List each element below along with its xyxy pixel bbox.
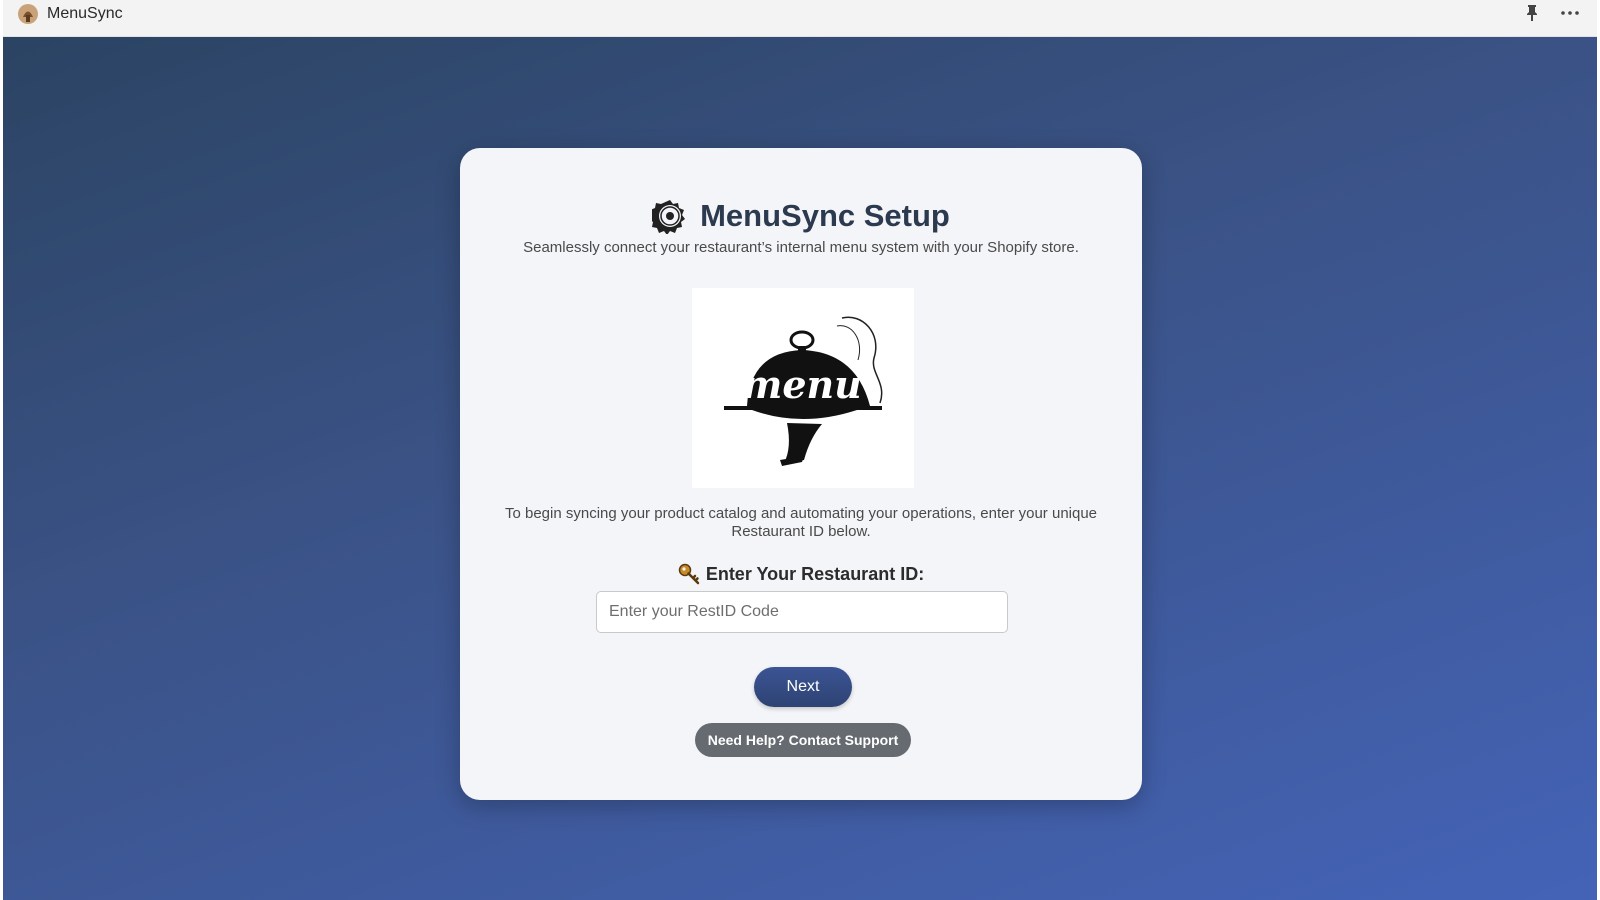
title-bar: MenuSync bbox=[3, 0, 1597, 37]
restaurant-id-input[interactable] bbox=[596, 591, 1008, 633]
key-icon bbox=[678, 563, 700, 585]
menu-cloche-logo: menu bbox=[692, 288, 914, 488]
restaurant-id-label-text: Enter Your Restaurant ID: bbox=[705, 563, 925, 584]
more-options-icon[interactable] bbox=[1559, 4, 1581, 22]
setup-heading: MenuSync Setup bbox=[460, 196, 1142, 236]
pin-icon[interactable] bbox=[1524, 4, 1540, 22]
next-button[interactable]: Next bbox=[754, 667, 852, 707]
intro-line-1: To begin syncing your product catalog an… bbox=[504, 505, 1098, 522]
intro-line-2: Restaurant ID below. bbox=[731, 523, 871, 540]
intro-text: To begin syncing your product catalog an… bbox=[490, 505, 1112, 541]
app-logo-icon bbox=[18, 4, 38, 24]
logo-text: menu bbox=[742, 362, 862, 407]
app-window: MenuSync MenuSync Setup Seamlessly conne… bbox=[3, 0, 1597, 900]
gear-icon bbox=[652, 200, 686, 234]
restaurant-id-label: Enter Your Restaurant ID: bbox=[460, 562, 1142, 586]
page-title: MenuSync Setup bbox=[700, 198, 950, 233]
setup-card: MenuSync Setup Seamlessly connect your r… bbox=[460, 148, 1142, 800]
setup-subtitle: Seamlessly connect your restaurant’s int… bbox=[523, 239, 1079, 256]
contact-support-button[interactable]: Need Help? Contact Support bbox=[695, 723, 911, 757]
app-title: MenuSync bbox=[47, 5, 123, 22]
